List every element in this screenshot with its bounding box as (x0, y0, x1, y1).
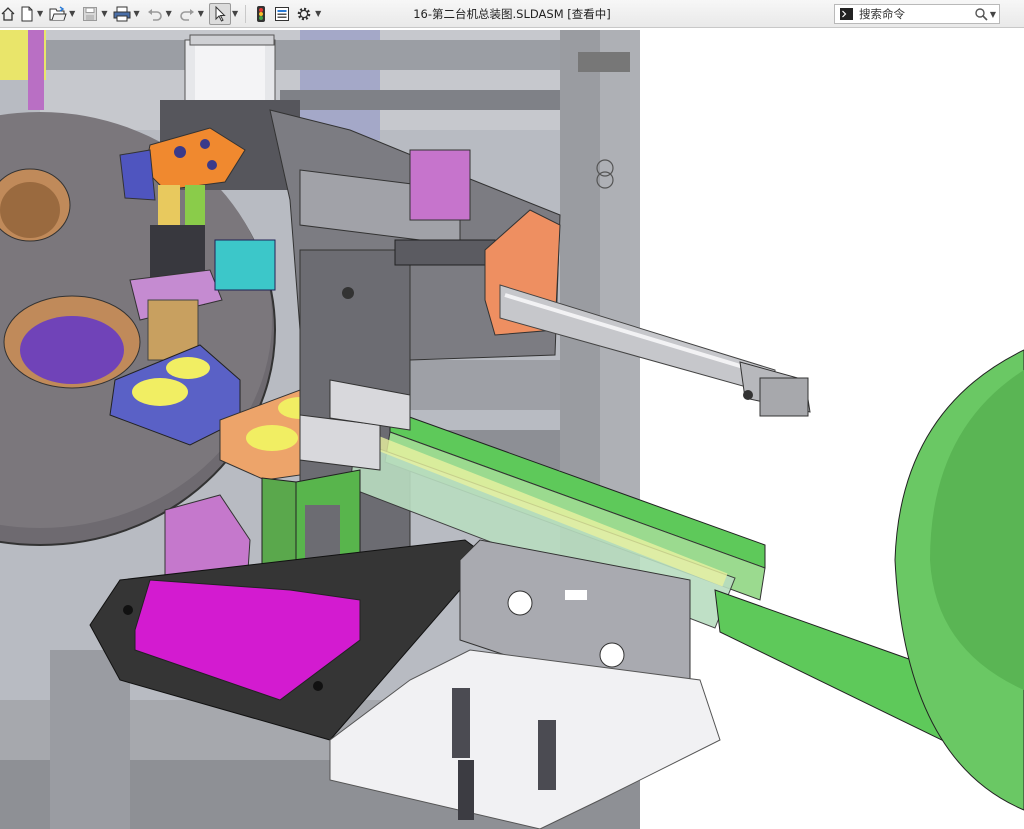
open-button[interactable] (48, 3, 68, 25)
search-box[interactable]: ▼ (834, 4, 1000, 24)
search-commands-input[interactable] (855, 7, 973, 21)
graphics-area[interactable] (0, 28, 1024, 829)
home-button[interactable] (0, 3, 16, 25)
assembly-3d-view[interactable] (0, 28, 1024, 829)
open-folder-icon (49, 5, 67, 20)
new-document-icon (21, 6, 33, 21)
search-dropdown-icon[interactable]: ▼ (990, 10, 996, 19)
options-button[interactable] (294, 3, 314, 25)
save-button[interactable] (80, 3, 100, 25)
print-button[interactable] (112, 3, 132, 25)
traffic-light-icon (257, 5, 266, 22)
purple-block (28, 30, 44, 110)
print-icon (113, 6, 131, 21)
file-properties-button[interactable] (272, 3, 292, 25)
redo-icon (179, 8, 194, 21)
select-dropdown-icon[interactable]: ▼ (232, 9, 238, 18)
undo-dropdown-icon[interactable]: ▼ (166, 9, 172, 18)
save-dropdown-icon[interactable]: ▼ (101, 9, 107, 18)
home-icon (1, 6, 15, 21)
open-dropdown-icon[interactable]: ▼ (69, 9, 75, 18)
new-document-dropdown-icon[interactable]: ▼ (37, 9, 43, 18)
search-icon[interactable] (974, 7, 988, 21)
print-dropdown-icon[interactable]: ▼ (133, 9, 139, 18)
rebuild-button[interactable] (252, 3, 270, 25)
gear-icon (297, 7, 311, 20)
select-button[interactable] (208, 2, 231, 25)
toolbar-separator (245, 4, 247, 23)
save-icon (83, 6, 98, 21)
undo-icon (147, 8, 162, 21)
new-document-button[interactable] (18, 3, 36, 25)
file-properties-icon (275, 6, 290, 21)
redo-dropdown-icon[interactable]: ▼ (198, 9, 204, 18)
select-pointer-icon (215, 5, 226, 22)
redo-button[interactable] (177, 3, 197, 25)
options-dropdown-icon[interactable]: ▼ (315, 9, 321, 18)
undo-button[interactable] (145, 3, 165, 25)
command-prompt-icon (840, 8, 853, 20)
